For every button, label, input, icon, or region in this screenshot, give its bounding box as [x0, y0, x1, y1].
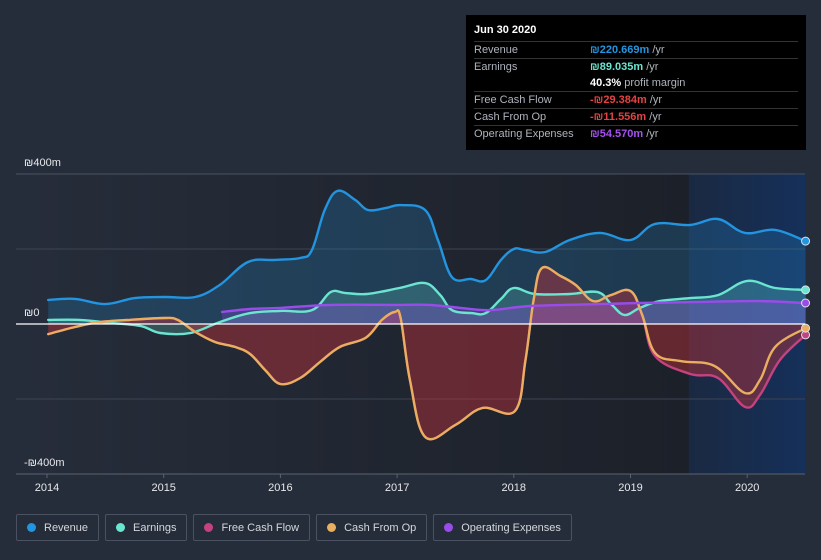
legend-item-revenue[interactable]: Revenue — [16, 514, 100, 541]
tooltip-unit: profit margin — [621, 77, 686, 89]
legend-label: Operating Expenses — [461, 521, 561, 534]
legend-label: Free Cash Flow — [221, 521, 300, 534]
operating-expenses-dot-icon — [444, 523, 454, 532]
x-tick-label: 2015 — [151, 482, 175, 494]
tooltip-row-profit-margin: 40.3% profit margin — [474, 75, 798, 92]
legend-item-operating-expenses[interactable]: Operating Expenses — [433, 514, 572, 541]
tooltip-unit: /yr — [643, 61, 659, 73]
operating-expenses-end-dot[interactable] — [801, 298, 811, 308]
legend: Revenue Earnings Free Cash Flow Cash Fro… — [16, 514, 572, 541]
legend-label: Revenue — [44, 521, 89, 534]
revenue-end-dot[interactable] — [801, 236, 811, 246]
legend-label: Cash From Op — [344, 521, 417, 534]
y-tick-label: ₪0 — [24, 307, 39, 319]
legend-item-cash-from-op[interactable]: Cash From Op — [316, 514, 428, 541]
revenue-dot-icon — [27, 523, 36, 532]
tooltip-unit: /yr — [643, 128, 659, 140]
x-tick-label: 2017 — [385, 482, 409, 494]
tooltip-unit: /yr — [646, 111, 662, 123]
x-tick-label: 2014 — [35, 482, 59, 494]
x-tick-label: 2016 — [268, 482, 292, 494]
tooltip-row-earnings: Earnings ₪89.035m /yr — [474, 59, 798, 75]
tooltip-value: ₪89.035m — [590, 61, 644, 73]
tooltip-value: ₪54.570m — [590, 128, 644, 140]
tooltip-label: Earnings — [474, 61, 518, 73]
tooltip-row-free-cash-flow: Free Cash Flow -₪29.384m /yr — [474, 92, 798, 109]
tooltip-label: Free Cash Flow — [474, 94, 552, 106]
tooltip-value: -₪29.384m — [590, 94, 647, 106]
cash-from-op-dot-icon — [327, 523, 337, 532]
legend-item-free-cash-flow[interactable]: Free Cash Flow — [193, 514, 311, 541]
legend-item-earnings[interactable]: Earnings — [105, 514, 188, 541]
earnings-end-dot[interactable] — [801, 285, 811, 295]
tooltip-unit: /yr — [646, 94, 663, 106]
x-tick-label: 2019 — [618, 482, 642, 494]
y-tick-label: -₪400m — [24, 457, 65, 469]
tooltip-label — [474, 75, 590, 91]
cash-from-op-end-dot[interactable] — [801, 323, 811, 333]
x-tick-label: 2018 — [502, 482, 526, 494]
tooltip-value: ₪220.669m — [590, 44, 650, 56]
free-cash-flow-dot-icon — [204, 523, 214, 532]
tooltip-row-cash-from-op: Cash From Op -₪11.556m /yr — [474, 109, 798, 126]
tooltip-label: Cash From Op — [474, 111, 547, 123]
tooltip-panel: Jun 30 2020 Revenue ₪220.669m /yr Earnin… — [466, 15, 806, 150]
x-tick-label: 2020 — [735, 482, 759, 494]
tooltip-row-operating-expenses: Operating Expenses ₪54.570m /yr — [474, 126, 798, 142]
y-tick-label: ₪400m — [24, 157, 61, 169]
tooltip-date: Jun 30 2020 — [474, 21, 798, 42]
tooltip-unit: /yr — [649, 44, 665, 56]
earnings-dot-icon — [116, 523, 126, 532]
legend-label: Earnings — [133, 521, 177, 534]
tooltip-row-revenue: Revenue ₪220.669m /yr — [474, 42, 798, 59]
tooltip-label: Revenue — [474, 44, 519, 56]
tooltip-value: -₪11.556m — [590, 111, 647, 123]
tooltip-value: 40.3% — [590, 77, 622, 89]
tooltip-label: Operating Expenses — [474, 128, 574, 140]
